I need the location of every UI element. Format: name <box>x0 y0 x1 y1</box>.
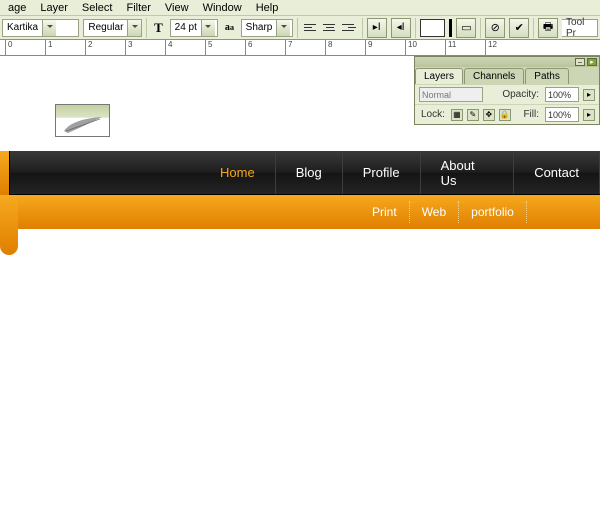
separator <box>297 18 298 38</box>
opacity-input[interactable]: 100% <box>545 87 579 102</box>
fill-input[interactable]: 100% <box>545 107 579 122</box>
menu-view[interactable]: View <box>159 2 195 14</box>
printer-icon: 🖶 <box>543 18 553 37</box>
nav-home[interactable]: Home <box>200 151 276 194</box>
menu-layer[interactable]: Layer <box>34 2 74 14</box>
site-logo-edge <box>0 151 10 195</box>
menubar: age Layer Select Filter View Window Help <box>0 0 600 16</box>
char-panel-button[interactable]: ◂Ⅰ <box>391 18 411 38</box>
print-button[interactable]: 🖶 <box>538 18 558 38</box>
tab-layers[interactable]: Layers <box>415 68 463 84</box>
color-swatch-divider <box>449 19 453 37</box>
site-navbar: Home Blog Profile About Us Contact <box>0 151 600 195</box>
separator <box>533 18 534 38</box>
subnav-web[interactable]: Web <box>410 201 459 223</box>
chevron-down-icon <box>42 20 56 36</box>
chevron-down-icon <box>201 20 215 36</box>
menu-window[interactable]: Window <box>197 2 248 14</box>
fill-flyout-icon[interactable]: ▸ <box>583 109 595 121</box>
warp-text-button[interactable]: ▸Ⅰ <box>367 18 387 38</box>
menu-help[interactable]: Help <box>250 2 285 14</box>
color-swatch-fg[interactable] <box>420 19 445 37</box>
align-right-button[interactable] <box>340 20 358 36</box>
lock-position-icon[interactable]: ✥ <box>483 109 495 121</box>
layers-panel: – ▸ Layers Channels Paths Normal Opacity… <box>414 56 600 125</box>
tool-preset-picker[interactable]: Tool Pr <box>562 19 598 37</box>
align-left-button[interactable] <box>302 20 320 36</box>
subnav-portfolio[interactable]: portfolio <box>459 201 527 223</box>
lock-transparency-icon[interactable]: ▦ <box>451 109 463 121</box>
lock-label: Lock: <box>419 109 447 120</box>
separator <box>362 18 363 38</box>
opacity-label: Opacity: <box>500 89 541 100</box>
opacity-flyout-icon[interactable]: ▸ <box>583 89 595 101</box>
text-align-group <box>302 20 358 36</box>
separator <box>480 18 481 38</box>
menu-image[interactable]: age <box>2 2 32 14</box>
feather-icon <box>62 115 104 135</box>
commit-button[interactable]: ✔ <box>509 18 529 38</box>
separator <box>146 18 147 38</box>
options-bar: Kartika Regular T 24 pt aa Sharp ▸Ⅰ ◂Ⅰ ▭… <box>0 16 600 40</box>
font-family-select[interactable]: Kartika <box>2 19 79 37</box>
tab-channels[interactable]: Channels <box>464 68 524 84</box>
blend-mode-select[interactable]: Normal <box>419 87 483 102</box>
panel-tabs: Layers Channels Paths <box>415 67 599 84</box>
minimize-icon[interactable]: – <box>575 58 585 66</box>
chevron-down-icon <box>127 20 141 36</box>
separator <box>415 18 416 38</box>
tab-paths[interactable]: Paths <box>525 68 569 84</box>
cancel-icon: ⊘ <box>491 21 500 34</box>
nav-about[interactable]: About Us <box>421 151 515 194</box>
chevron-down-icon <box>276 20 290 36</box>
fill-label: Fill: <box>521 109 541 120</box>
subnav-tail <box>0 195 18 255</box>
nav-blog[interactable]: Blog <box>276 151 343 194</box>
nav-profile[interactable]: Profile <box>343 151 421 194</box>
cancel-button[interactable]: ⊘ <box>485 18 505 38</box>
check-icon: ✔ <box>515 21 524 34</box>
lock-pixels-icon[interactable]: ✎ <box>467 109 479 121</box>
font-size-select[interactable]: 24 pt <box>170 19 219 37</box>
layer-thumbnail[interactable] <box>55 104 110 137</box>
toggle-panel-button[interactable]: ▭ <box>456 18 476 38</box>
font-weight-select[interactable]: Regular <box>83 19 142 37</box>
menu-filter[interactable]: Filter <box>120 2 156 14</box>
antialias-select[interactable]: Sharp <box>241 19 293 37</box>
document-canvas[interactable]: Home Blog Profile About Us Contact Print… <box>0 56 600 506</box>
subnav-print[interactable]: Print <box>360 201 410 223</box>
align-center-button[interactable] <box>321 20 339 36</box>
horizontal-ruler: 0 1 2 3 4 5 6 7 8 9 10 11 12 <box>0 40 600 56</box>
nav-contact[interactable]: Contact <box>514 151 600 194</box>
type-size-icon: T <box>151 20 165 36</box>
antialias-icon: aa <box>222 20 236 36</box>
lock-all-icon[interactable]: 🔒 <box>499 109 511 121</box>
site-subnav: Print Web portfolio <box>0 195 600 229</box>
panel-menu-icon[interactable]: ▸ <box>587 58 597 66</box>
panel-header[interactable]: – ▸ <box>415 57 599 67</box>
menu-select[interactable]: Select <box>76 2 119 14</box>
